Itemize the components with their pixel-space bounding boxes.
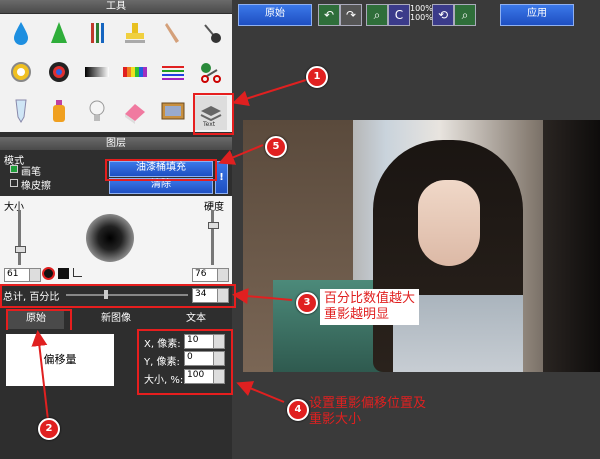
annotation-note-3-line2: 重影越明显 xyxy=(324,307,390,322)
zoom-level-top: 100% xyxy=(410,4,433,13)
stamp-icon[interactable] xyxy=(120,18,150,48)
tab-new-image[interactable]: 新图像 xyxy=(86,309,146,329)
annotation-note-4-line2: 重影大小 xyxy=(309,412,362,427)
brush-option-label: 画笔 xyxy=(21,167,41,178)
offset-preview: 偏移量 xyxy=(6,334,114,386)
annotation-badge-4: 4 xyxy=(287,399,309,421)
photo-canvas[interactable] xyxy=(243,120,600,372)
annotation-note-3-line1: 百分比数值越大 xyxy=(324,291,416,306)
hardness-slider[interactable] xyxy=(211,210,214,265)
annotation-badge-5: 5 xyxy=(265,136,287,158)
lasso-icon[interactable] xyxy=(6,57,36,87)
tube-icon[interactable] xyxy=(6,96,36,126)
hardness-slider-handle[interactable] xyxy=(208,222,219,229)
tab-text[interactable]: 文本 xyxy=(168,309,224,329)
face-shape xyxy=(418,180,480,266)
size-slider-handle[interactable] xyxy=(15,246,26,253)
annotation-note-4-line1: 设置重影偏移位置及 xyxy=(309,396,427,411)
annotation-badge-1: 1 xyxy=(306,66,328,88)
eraser-option-label: 橡皮擦 xyxy=(21,181,51,192)
top-toolbar: 原始 ↶ ↷ ⌕ C 100% 100% ⟲ ⌕ 应用 xyxy=(232,0,600,28)
fit-icon[interactable]: ⟲ xyxy=(432,4,454,26)
hardness-label: 硬度 xyxy=(204,202,224,213)
square-brush-icon[interactable] xyxy=(58,268,69,279)
color-wheel-icon[interactable] xyxy=(44,57,74,87)
eraser-icon[interactable] xyxy=(120,96,150,126)
tools-panel-title: 工具 xyxy=(0,0,232,13)
pillar-right xyxy=(543,120,600,372)
gradient-icon[interactable] xyxy=(82,57,112,87)
annotation-note-4: 设置重影偏移位置及 重影大小 xyxy=(309,396,426,428)
color-palette-icon[interactable] xyxy=(120,57,150,87)
undo-icon[interactable]: ↶ xyxy=(318,4,340,26)
size-spinner[interactable] xyxy=(29,268,41,282)
round-brush-icon[interactable] xyxy=(42,267,55,280)
crop-icon[interactable] xyxy=(73,268,82,277)
eraser-radio[interactable] xyxy=(10,179,18,187)
picture-brush-icon[interactable] xyxy=(158,96,188,126)
size-value-field[interactable]: 61 xyxy=(4,268,32,282)
annotation-note-3: 百分比数值越大 重影越明显 xyxy=(320,289,420,325)
layers-panel-title: 图层 xyxy=(0,137,232,150)
bulb-icon[interactable] xyxy=(82,96,112,126)
brush-shape-preview xyxy=(86,214,134,262)
zoom-level-bottom: 100% xyxy=(410,13,433,22)
size-slider[interactable] xyxy=(18,210,21,265)
cone-icon[interactable] xyxy=(44,18,74,48)
color-lines-icon[interactable] xyxy=(158,57,188,87)
highlight-text-tool xyxy=(193,93,234,135)
clone-scissors-icon[interactable] xyxy=(196,57,226,87)
highlight-offset-fields xyxy=(137,329,233,395)
hardness-spinner[interactable] xyxy=(217,268,229,282)
bottle-icon[interactable] xyxy=(44,96,74,126)
finger-smudge-icon[interactable] xyxy=(158,18,188,48)
apply-button[interactable]: 应用 xyxy=(500,4,574,26)
highlight-fill-button xyxy=(105,159,217,181)
brush-preview: 大小 硬度 61 76 xyxy=(0,196,232,284)
annotation-badge-3: 3 xyxy=(296,292,318,314)
original-button[interactable]: 原始 xyxy=(238,4,312,26)
size-label: 大小 xyxy=(4,202,24,213)
redo-icon[interactable]: ↷ xyxy=(340,4,362,26)
zoom-level: 100% 100% xyxy=(410,4,433,22)
zoom-toggle-icon[interactable]: C xyxy=(388,4,410,26)
pin-icon[interactable] xyxy=(196,18,226,48)
zoom-out-icon[interactable]: ⌕ xyxy=(454,4,476,26)
zoom-in-icon[interactable]: ⌕ xyxy=(366,4,388,26)
highlight-opacity-row xyxy=(0,284,236,308)
hardness-value-field[interactable]: 76 xyxy=(192,268,220,282)
water-drop-icon[interactable] xyxy=(6,18,36,48)
annotation-badge-2: 2 xyxy=(38,418,60,440)
pencils-icon[interactable] xyxy=(82,18,112,48)
brush-radio[interactable] xyxy=(10,165,18,173)
